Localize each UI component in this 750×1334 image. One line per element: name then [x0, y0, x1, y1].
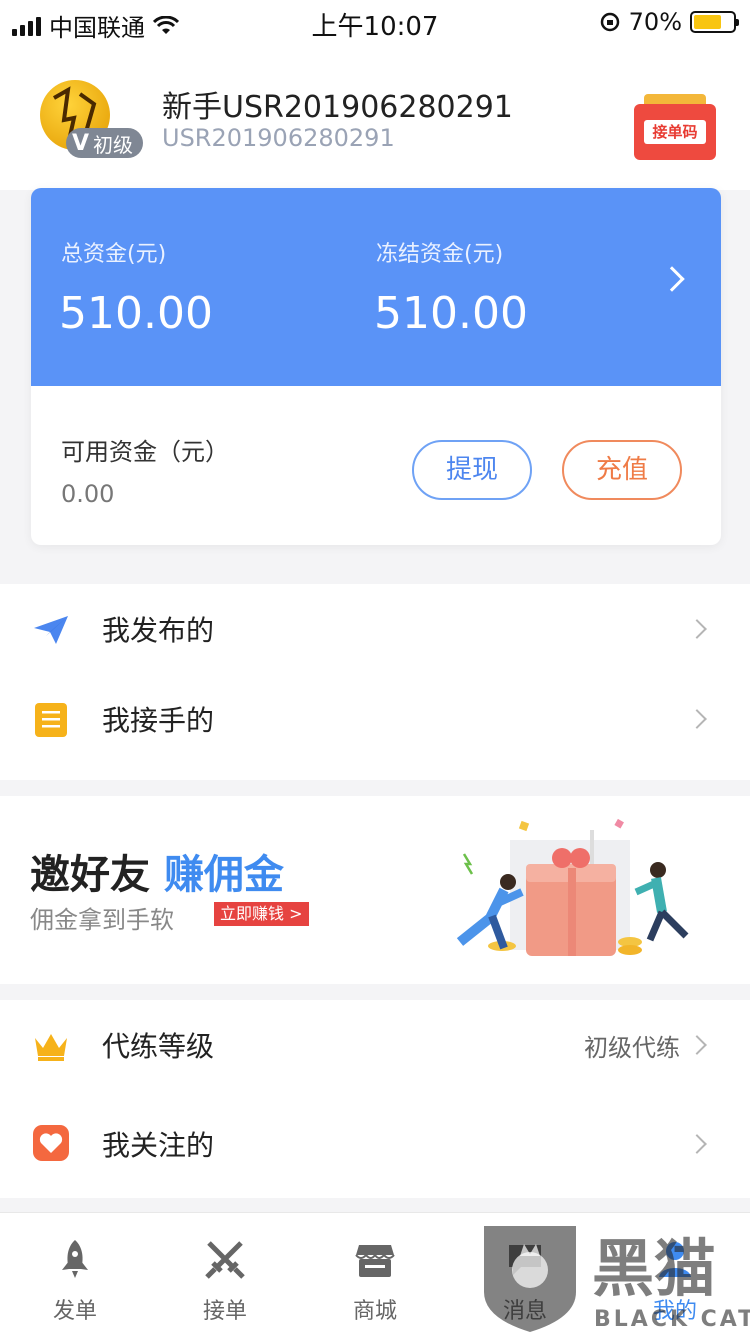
orientation-lock-icon [600, 12, 619, 32]
menu-account: 代练等级 初级代练 我关注的 [0, 1000, 750, 1198]
rocket-icon [62, 1240, 88, 1278]
heart-icon [33, 1125, 69, 1161]
menu-item-label: 代练等级 [102, 1030, 215, 1063]
user-name: 新手USR201906280291 [162, 90, 513, 125]
invite-banner[interactable]: 邀好友 赚佣金 佣金拿到手软 立即赚钱 > [0, 796, 750, 984]
tab-publish-order[interactable]: 发单 [0, 1213, 150, 1334]
tab-accept-order[interactable]: 接单 [150, 1213, 300, 1334]
watermark-brand-cn: 黑猫 [592, 1232, 716, 1305]
frozen-funds-value: 510.00 [374, 288, 528, 339]
menu-item-published[interactable]: 我发布的 [0, 584, 750, 674]
gift-illustration-icon [456, 818, 689, 956]
chevron-right-icon [687, 619, 707, 639]
menu-item-value: 初级代练 [584, 1033, 680, 1062]
watermark-brand-en: BLACK CAT [594, 1307, 750, 1332]
status-bar: 中国联通 上午10:07 70% [0, 0, 750, 44]
order-code-button[interactable]: 接单码 [634, 94, 716, 160]
banner-cta-button[interactable]: 立即赚钱 > [214, 902, 309, 926]
store-icon [355, 1245, 395, 1277]
menu-item-accepted[interactable]: 我接手的 [0, 674, 750, 764]
withdraw-button[interactable]: 提现 [412, 440, 532, 500]
menu-item-following[interactable]: 我关注的 [0, 1090, 750, 1198]
crossed-swords-icon [205, 1241, 245, 1279]
paper-plane-icon [34, 616, 68, 644]
total-funds-value: 510.00 [59, 288, 213, 339]
banner-title: 邀好友 赚佣金 [30, 842, 284, 900]
chevron-right-icon[interactable] [659, 266, 685, 292]
tab-label: 发单 [52, 1299, 97, 1324]
status-right: 70% [599, 8, 739, 36]
chevron-right-icon [687, 709, 707, 729]
clipboard-icon [35, 703, 67, 737]
black-cat-watermark-icon: 黑猫 BLACK CAT [484, 1226, 750, 1332]
chevron-right-icon [687, 1134, 707, 1154]
available-funds-label: 可用资金（元） [61, 438, 229, 466]
available-funds-value: 0.00 [61, 480, 115, 508]
menu-item-level[interactable]: 代练等级 初级代练 [0, 1000, 750, 1090]
banner-title-highlight: 赚佣金 [163, 852, 284, 898]
menu-orders: 我发布的 我接手的 [0, 584, 750, 780]
frozen-funds-label: 冻结资金(元) [376, 242, 504, 267]
asset-summary[interactable]: 总资金(元) 510.00 冻结资金(元) 510.00 [31, 188, 721, 386]
tab-label: 商城 [352, 1299, 397, 1324]
battery-percent: 70% [628, 8, 682, 36]
profile-header: V 初级 新手USR201906280291 USR201906280291 接… [0, 44, 750, 190]
banner-title-main: 邀好友 [30, 852, 150, 898]
menu-item-label: 我发布的 [102, 614, 215, 647]
order-code-label: 接单码 [644, 120, 706, 144]
level-badge: V 初级 [66, 128, 144, 158]
battery-icon [690, 11, 739, 33]
user-id: USR201906280291 [162, 124, 395, 152]
level-badge-label: 初级 [93, 132, 134, 157]
chevron-right-icon [687, 1035, 707, 1055]
total-funds-label: 总资金(元) [61, 242, 167, 267]
banner-subtitle: 佣金拿到手软 [30, 906, 174, 934]
level-badge-letter: V [72, 130, 90, 156]
tab-store[interactable]: 商城 [300, 1213, 450, 1334]
tab-label: 接单 [202, 1299, 247, 1324]
crown-icon [35, 1034, 67, 1061]
asset-card: 总资金(元) 510.00 冻结资金(元) 510.00 可用资金（元） 0.0… [31, 188, 721, 545]
recharge-button[interactable]: 充值 [562, 440, 682, 500]
menu-item-label: 我关注的 [102, 1129, 215, 1162]
menu-item-label: 我接手的 [102, 704, 215, 737]
